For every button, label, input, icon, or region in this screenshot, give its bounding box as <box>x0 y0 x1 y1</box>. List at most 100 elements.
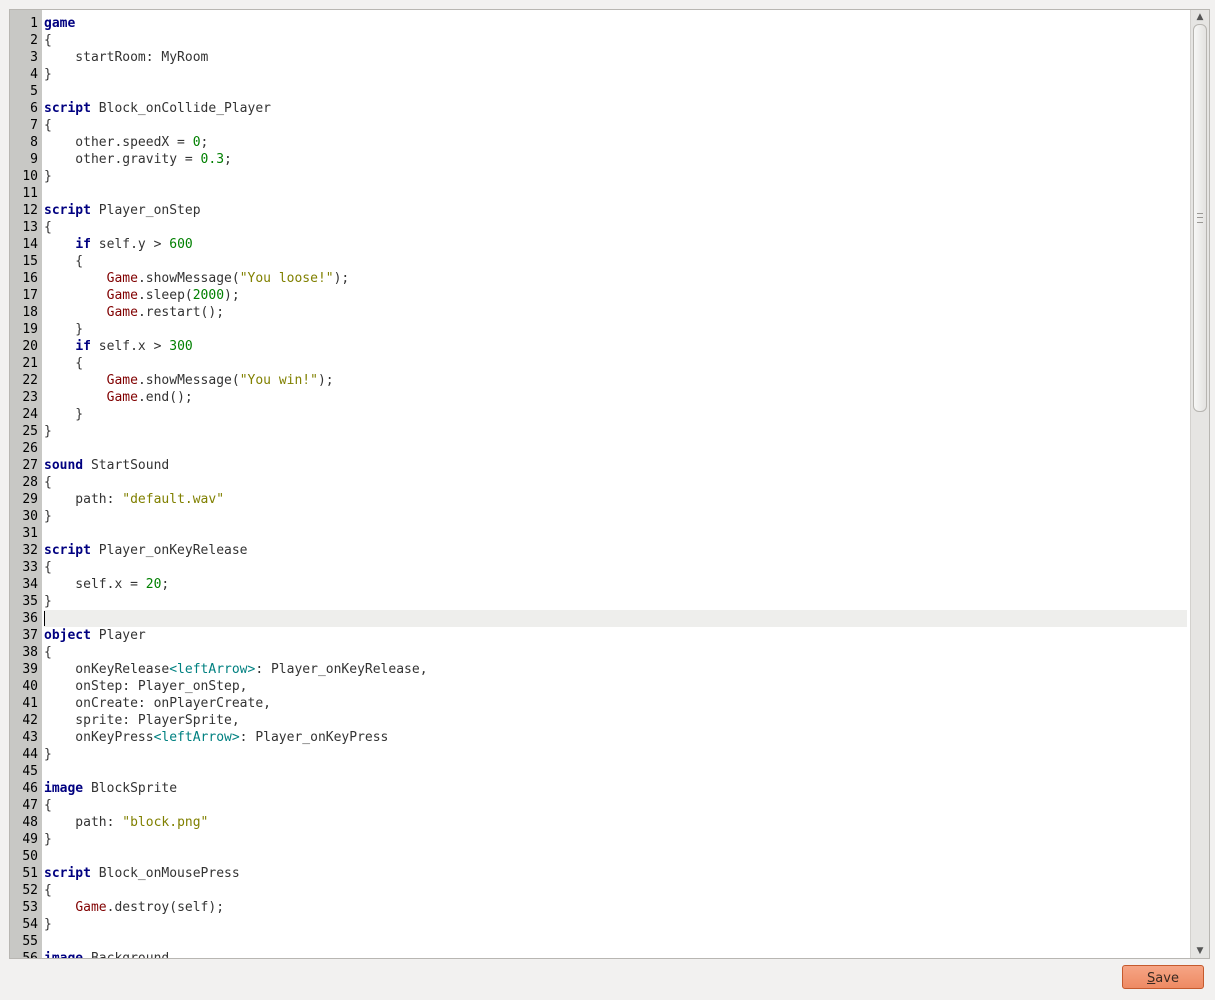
line-number: 7 <box>30 118 38 133</box>
line-number: 4 <box>30 67 38 82</box>
code-line[interactable]: onCreate: onPlayerCreate, <box>44 695 1187 712</box>
code-line[interactable] <box>44 933 1187 950</box>
code-line[interactable]: other.gravity = 0.3; <box>44 151 1187 168</box>
code-token: self.y > <box>90 237 170 252</box>
code-line[interactable]: { <box>44 253 1187 270</box>
scrollbar-grip-icon <box>1197 213 1203 223</box>
code-line[interactable]: script Player_onKeyRelease <box>44 542 1187 559</box>
line-number: 30 <box>22 509 38 524</box>
line-number: 20 <box>22 339 38 354</box>
code-line[interactable]: Game.restart(); <box>44 304 1187 321</box>
code-token: { <box>44 33 52 48</box>
code-line[interactable]: Game.showMessage("You loose!"); <box>44 270 1187 287</box>
code-line[interactable]: { <box>44 474 1187 491</box>
code-line[interactable]: path: "default.wav" <box>44 491 1187 508</box>
code-line[interactable]: onStep: Player_onStep, <box>44 678 1187 695</box>
code-line[interactable] <box>44 610 1187 627</box>
code-line[interactable]: script Block_onMousePress <box>44 865 1187 882</box>
code-line[interactable]: { <box>44 32 1187 49</box>
code-line[interactable] <box>44 763 1187 780</box>
code-line[interactable]: { <box>44 797 1187 814</box>
code-line[interactable]: startRoom: MyRoom <box>44 49 1187 66</box>
code-line[interactable]: if self.x > 300 <box>44 338 1187 355</box>
code-line[interactable]: onKeyRelease<leftArrow>: Player_onKeyRel… <box>44 661 1187 678</box>
code-line[interactable]: image Background <box>44 950 1187 958</box>
code-line[interactable]: { <box>44 882 1187 899</box>
code-line[interactable]: } <box>44 321 1187 338</box>
code-line[interactable]: object Player <box>44 627 1187 644</box>
code-line[interactable]: { <box>44 559 1187 576</box>
code-line[interactable]: { <box>44 355 1187 372</box>
code-line[interactable]: Game.destroy(self); <box>44 899 1187 916</box>
code-token: startRoom: MyRoom <box>44 50 209 65</box>
code-line[interactable] <box>44 185 1187 202</box>
code-line[interactable]: } <box>44 916 1187 933</box>
code-line[interactable] <box>44 848 1187 865</box>
line-number: 39 <box>22 662 38 677</box>
code-token: other.gravity = <box>44 152 201 167</box>
code-token: 300 <box>169 339 193 354</box>
code-line[interactable]: sprite: PlayerSprite, <box>44 712 1187 729</box>
code-line[interactable]: Game.sleep(2000); <box>44 287 1187 304</box>
code-line[interactable]: Game.showMessage("You win!"); <box>44 372 1187 389</box>
code-line[interactable]: sound StartSound <box>44 457 1187 474</box>
code-line[interactable]: } <box>44 831 1187 848</box>
code-line[interactable]: } <box>44 423 1187 440</box>
vertical-scrollbar[interactable]: ▲ ▼ <box>1190 10 1209 958</box>
code-line[interactable]: script Block_onCollide_Player <box>44 100 1187 117</box>
code-token: onStep: Player_onStep, <box>44 679 248 694</box>
code-line[interactable]: Game.end(); <box>44 389 1187 406</box>
code-token: Block_onMousePress <box>90 866 240 881</box>
code-line[interactable]: script Player_onStep <box>44 202 1187 219</box>
code-token: StartSound <box>83 458 170 473</box>
code-line[interactable]: game <box>44 15 1187 32</box>
code-token: } <box>44 509 52 524</box>
code-line[interactable]: { <box>44 219 1187 236</box>
line-number: 51 <box>22 866 38 881</box>
scroll-down-arrow-icon[interactable]: ▼ <box>1191 944 1209 958</box>
line-number: 44 <box>22 747 38 762</box>
code-editor[interactable]: 1 2 3 4 5 6 7 8 9 10 11 12 13 14 15 16 17 18 19 20 21 22 23 24 2… <box>9 9 1210 959</box>
code-token: sprite: PlayerSprite, <box>44 713 240 728</box>
code-token: script <box>44 543 91 558</box>
code-line[interactable]: self.x = 20; <box>44 576 1187 593</box>
code-line[interactable]: } <box>44 168 1187 185</box>
code-token: { <box>44 475 52 490</box>
code-token: script <box>44 866 91 881</box>
code-line[interactable]: if self.y > 600 <box>44 236 1187 253</box>
code-token: self.x > <box>90 339 170 354</box>
code-line[interactable]: onKeyPress<leftArrow>: Player_onKeyPress <box>44 729 1187 746</box>
code-text-area[interactable]: game { startRoom: MyRoom} script Block_onC… <box>44 15 1187 958</box>
code-line[interactable]: } <box>44 746 1187 763</box>
code-token: ; <box>224 152 232 167</box>
code-line[interactable]: other.speedX = 0; <box>44 134 1187 151</box>
code-line[interactable]: { <box>44 644 1187 661</box>
code-token: .end(); <box>137 390 193 405</box>
code-token: if <box>75 237 91 252</box>
code-line[interactable] <box>44 440 1187 457</box>
code-line[interactable]: } <box>44 66 1187 83</box>
code-line[interactable] <box>44 83 1187 100</box>
line-number: 13 <box>22 220 38 235</box>
scroll-up-arrow-icon[interactable]: ▲ <box>1191 10 1209 24</box>
line-number: 48 <box>22 815 38 830</box>
save-button[interactable]: Save <box>1122 965 1204 989</box>
code-line[interactable]: } <box>44 406 1187 423</box>
text-caret <box>44 611 45 626</box>
line-number: 16 <box>22 271 38 286</box>
code-line[interactable]: path: "block.png" <box>44 814 1187 831</box>
code-line[interactable] <box>44 525 1187 542</box>
line-number: 23 <box>22 390 38 405</box>
code-token: sound <box>44 458 84 473</box>
line-number: 31 <box>22 526 38 541</box>
code-token: ; <box>200 135 209 150</box>
code-token: Game <box>106 305 138 320</box>
code-line[interactable]: } <box>44 508 1187 525</box>
code-line[interactable]: } <box>44 593 1187 610</box>
line-number: 2 <box>30 33 38 48</box>
scrollbar-thumb[interactable] <box>1193 24 1207 412</box>
code-line[interactable]: image BlockSprite <box>44 780 1187 797</box>
code-line[interactable]: { <box>44 117 1187 134</box>
